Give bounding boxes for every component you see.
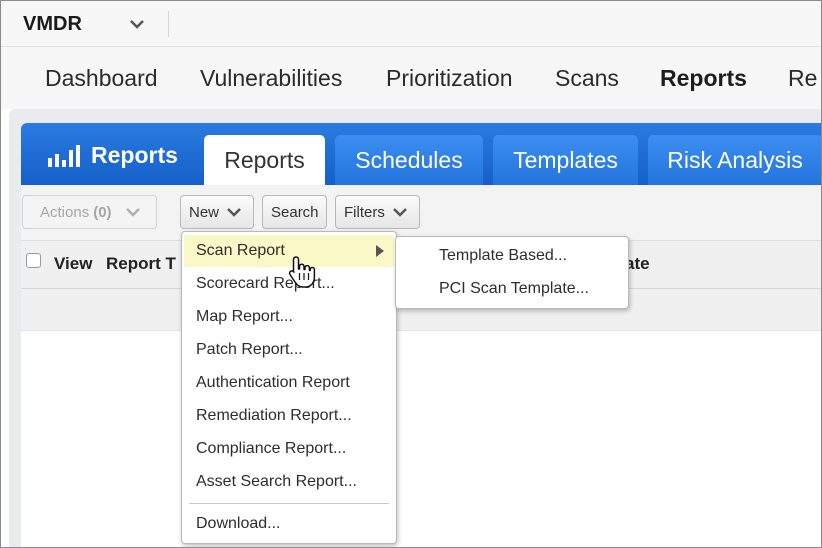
menu-item-remediation-report[interactable]: Remediation Report... [196,407,352,425]
chevron-down-icon [125,207,140,217]
menu-item-patch-report[interactable]: Patch Report... [196,341,303,359]
menu-item-map-report[interactable]: Map Report... [196,308,293,326]
top-separator [168,11,169,37]
nav-item-reports[interactable]: Reports [660,65,747,92]
tab-schedules[interactable]: Schedules [335,135,483,185]
submenu-arrow-icon [376,245,384,257]
main-nav: Dashboard Vulnerabilities Prioritization… [1,47,821,109]
search-label: Search [271,203,319,221]
actions-button[interactable]: Actions (0) [22,195,157,229]
menu-item-asset-search-report[interactable]: Asset Search Report... [196,473,357,491]
column-header-report-title[interactable]: Report T [106,254,176,274]
new-label: New [189,203,220,221]
app-window: VMDR Dashboard Vulnerabilities Prioritiz… [0,0,822,548]
nav-item-prioritization[interactable]: Prioritization [386,65,513,92]
menu-item-authentication-report[interactable]: Authentication Report [196,374,350,392]
submenu-item-template-based[interactable]: Template Based... [439,247,567,265]
nav-item-scans[interactable]: Scans [555,65,619,92]
search-button[interactable]: Search [262,195,327,229]
filters-label: Filters [344,203,385,221]
tab-templates[interactable]: Templates [493,135,638,185]
chevron-down-icon [392,207,407,217]
menu-item-download[interactable]: Download... [196,515,281,533]
submenu-item-pci-scan-template[interactable]: PCI Scan Template... [439,280,589,298]
hand-cursor-icon [288,256,316,288]
chevron-down-icon [227,207,241,217]
nav-item-vulnerabilities[interactable]: Vulnerabilities [200,65,342,92]
module-title-label: Reports [91,142,178,168]
menu-divider [189,503,389,504]
new-button[interactable]: New [180,195,254,229]
top-bar [1,1,821,47]
column-header-view[interactable]: View [54,254,92,274]
filters-button[interactable]: Filters [335,195,420,229]
select-all-checkbox[interactable] [26,253,41,268]
bar-chart-icon [48,144,80,167]
actions-label: Actions [40,203,90,221]
chevron-down-icon[interactable] [129,18,145,30]
tab-reports[interactable]: Reports [204,135,325,185]
actions-count: (0) [93,203,112,221]
app-name: VMDR [23,13,82,35]
menu-item-scan-report[interactable]: Scan Report [196,242,285,260]
module-title: Reports [47,142,178,169]
tab-risk-analysis[interactable]: Risk Analysis [648,135,821,185]
nav-item-remediation-truncated[interactable]: Re [788,65,817,92]
menu-item-compliance-report[interactable]: Compliance Report... [196,440,346,458]
nav-item-dashboard[interactable]: Dashboard [45,65,158,92]
